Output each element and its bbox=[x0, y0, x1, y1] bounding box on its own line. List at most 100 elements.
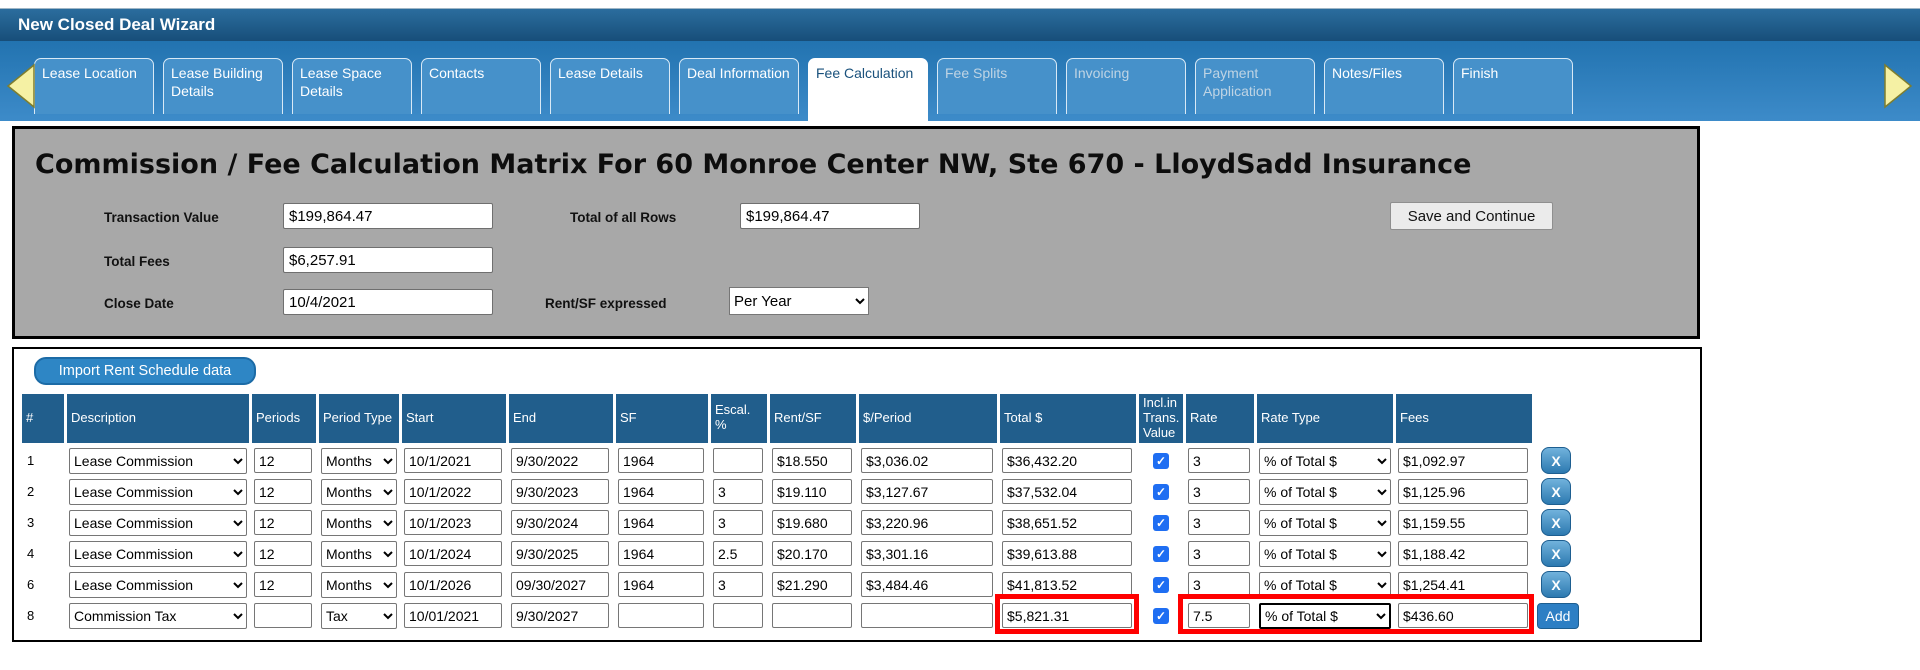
tab-contacts[interactable]: Contacts bbox=[421, 58, 541, 114]
periods-input[interactable] bbox=[254, 479, 312, 504]
tab-fee-calculation[interactable]: Fee Calculation bbox=[808, 58, 928, 122]
rent-sf-input[interactable] bbox=[772, 541, 852, 566]
period-type-select[interactable]: Tax bbox=[321, 603, 397, 629]
sf-input[interactable] bbox=[618, 448, 704, 473]
rent-sf-input[interactable] bbox=[772, 603, 852, 628]
sf-input[interactable] bbox=[618, 572, 704, 597]
start-date-input[interactable] bbox=[404, 510, 502, 535]
delete-row-button[interactable]: X bbox=[1541, 447, 1571, 474]
rent-sf-input[interactable] bbox=[772, 572, 852, 597]
incl-in-trans-value-checkbox[interactable]: ✓ bbox=[1153, 577, 1169, 593]
start-date-input[interactable] bbox=[404, 448, 502, 473]
rate-input[interactable] bbox=[1188, 572, 1250, 597]
per-period-input[interactable] bbox=[861, 603, 993, 628]
end-date-input[interactable] bbox=[511, 448, 609, 473]
rent-sf-input[interactable] bbox=[772, 510, 852, 535]
incl-in-trans-value-checkbox[interactable]: ✓ bbox=[1153, 453, 1169, 469]
incl-in-trans-value-checkbox[interactable]: ✓ bbox=[1153, 484, 1169, 500]
periods-input[interactable] bbox=[254, 448, 312, 473]
end-date-input[interactable] bbox=[511, 510, 609, 535]
total-input[interactable] bbox=[1002, 572, 1132, 597]
description-select[interactable]: Lease Commission bbox=[69, 448, 247, 474]
rate-input[interactable] bbox=[1188, 479, 1250, 504]
rate-type-select[interactable]: % of Total $ bbox=[1259, 541, 1391, 567]
tab-lease-space-details[interactable]: Lease Space Details bbox=[292, 58, 412, 114]
periods-input[interactable] bbox=[254, 572, 312, 597]
rate-type-select[interactable]: % of Total $ bbox=[1259, 448, 1391, 474]
total-input[interactable] bbox=[1002, 603, 1132, 628]
rent-sf-input[interactable] bbox=[772, 479, 852, 504]
tab-lease-details[interactable]: Lease Details bbox=[550, 58, 670, 114]
total-input[interactable] bbox=[1002, 448, 1132, 473]
fees-input[interactable] bbox=[1398, 603, 1528, 628]
sf-input[interactable] bbox=[618, 479, 704, 504]
total-of-all-rows-input[interactable] bbox=[740, 203, 920, 229]
close-date-input[interactable] bbox=[283, 289, 493, 315]
period-type-select[interactable]: Months bbox=[321, 448, 397, 474]
description-select[interactable]: Lease Commission bbox=[69, 541, 247, 567]
start-date-input[interactable] bbox=[404, 603, 502, 628]
tab-notes-files[interactable]: Notes/Files bbox=[1324, 58, 1444, 114]
sf-input[interactable] bbox=[618, 541, 704, 566]
fees-input[interactable] bbox=[1398, 572, 1528, 597]
per-period-input[interactable] bbox=[861, 572, 993, 597]
rent-sf-input[interactable] bbox=[772, 448, 852, 473]
scroll-tabs-right-arrow-icon[interactable] bbox=[1883, 63, 1914, 109]
rate-type-select[interactable]: % of Total $ bbox=[1259, 603, 1391, 629]
rate-input[interactable] bbox=[1188, 448, 1250, 473]
escal-percent-input[interactable] bbox=[713, 603, 763, 628]
incl-in-trans-value-checkbox[interactable]: ✓ bbox=[1153, 515, 1169, 531]
start-date-input[interactable] bbox=[404, 479, 502, 504]
fees-input[interactable] bbox=[1398, 479, 1528, 504]
rate-input[interactable] bbox=[1188, 603, 1250, 628]
per-period-input[interactable] bbox=[861, 510, 993, 535]
incl-in-trans-value-checkbox[interactable]: ✓ bbox=[1153, 546, 1169, 562]
periods-input[interactable] bbox=[254, 541, 312, 566]
end-date-input[interactable] bbox=[511, 603, 609, 628]
period-type-select[interactable]: Months bbox=[321, 510, 397, 536]
tab-lease-building-details[interactable]: Lease Building Details bbox=[163, 58, 283, 114]
total-input[interactable] bbox=[1002, 479, 1132, 504]
period-type-select[interactable]: Months bbox=[321, 572, 397, 598]
per-period-input[interactable] bbox=[861, 479, 993, 504]
total-input[interactable] bbox=[1002, 541, 1132, 566]
rate-input[interactable] bbox=[1188, 510, 1250, 535]
escal-percent-input[interactable] bbox=[713, 479, 763, 504]
delete-row-button[interactable]: X bbox=[1541, 478, 1571, 505]
per-period-input[interactable] bbox=[861, 541, 993, 566]
period-type-select[interactable]: Months bbox=[321, 479, 397, 505]
sf-input[interactable] bbox=[618, 510, 704, 535]
delete-row-button[interactable]: X bbox=[1541, 571, 1571, 598]
scroll-tabs-left-arrow-icon[interactable] bbox=[5, 63, 36, 109]
escal-percent-input[interactable] bbox=[713, 448, 763, 473]
period-type-select[interactable]: Months bbox=[321, 541, 397, 567]
description-select[interactable]: Lease Commission bbox=[69, 479, 247, 505]
incl-in-trans-value-checkbox[interactable]: ✓ bbox=[1153, 608, 1169, 624]
fees-input[interactable] bbox=[1398, 541, 1528, 566]
end-date-input[interactable] bbox=[511, 541, 609, 566]
periods-input[interactable] bbox=[254, 603, 312, 628]
add-row-button[interactable]: Add bbox=[1537, 603, 1579, 629]
rate-type-select[interactable]: % of Total $ bbox=[1259, 479, 1391, 505]
delete-row-button[interactable]: X bbox=[1541, 509, 1571, 536]
escal-percent-input[interactable] bbox=[713, 541, 763, 566]
rent-sf-expressed-select[interactable]: Per Year bbox=[729, 287, 869, 315]
import-rent-schedule-button[interactable]: Import Rent Schedule data bbox=[34, 357, 256, 385]
tab-fee-splits[interactable]: Fee Splits bbox=[937, 58, 1057, 114]
description-select[interactable]: Lease Commission bbox=[69, 510, 247, 536]
escal-percent-input[interactable] bbox=[713, 510, 763, 535]
tab-payment-application[interactable]: Payment Application bbox=[1195, 58, 1315, 114]
tab-invoicing[interactable]: Invoicing bbox=[1066, 58, 1186, 114]
save-and-continue-button[interactable]: Save and Continue bbox=[1390, 202, 1553, 230]
total-input[interactable] bbox=[1002, 510, 1132, 535]
delete-row-button[interactable]: X bbox=[1541, 540, 1571, 567]
start-date-input[interactable] bbox=[404, 572, 502, 597]
per-period-input[interactable] bbox=[861, 448, 993, 473]
tab-lease-location[interactable]: Lease Location bbox=[34, 58, 154, 114]
tab-finish[interactable]: Finish bbox=[1453, 58, 1573, 114]
total-fees-input[interactable] bbox=[283, 247, 493, 273]
start-date-input[interactable] bbox=[404, 541, 502, 566]
fees-input[interactable] bbox=[1398, 510, 1528, 535]
transaction-value-input[interactable] bbox=[283, 203, 493, 229]
rate-type-select[interactable]: % of Total $ bbox=[1259, 510, 1391, 536]
